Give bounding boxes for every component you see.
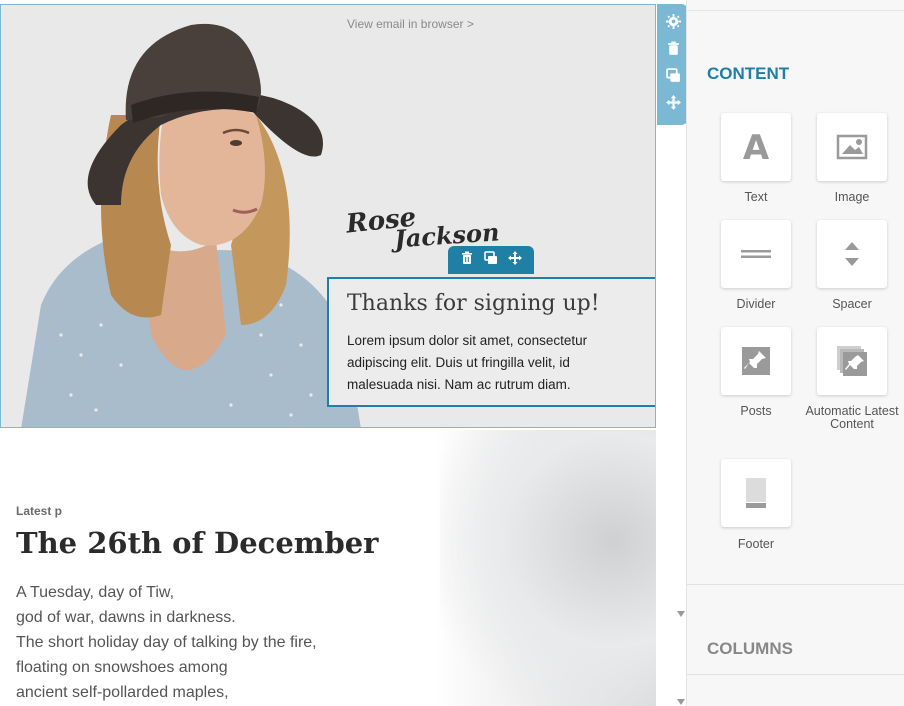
post-line: The short holiday day of talking by the … — [16, 634, 317, 651]
post-line: A Tuesday, day of Tiw, — [16, 584, 175, 601]
hero-photo — [21, 23, 361, 427]
block-posts[interactable] — [721, 327, 791, 395]
block-automatic-latest-content[interactable] — [817, 327, 887, 395]
spacer-icon — [845, 242, 859, 266]
gear-icon[interactable] — [665, 13, 681, 34]
block-text[interactable]: A — [721, 113, 791, 181]
move-icon[interactable] — [665, 95, 681, 115]
text-block-selected[interactable]: Thanks for signing up! Lorem ipsum dolor… — [327, 277, 655, 407]
duplicate-icon[interactable] — [665, 68, 681, 88]
hero-section[interactable]: View email in browser > Rose Jackson Tha… — [0, 4, 656, 428]
duplicate-icon[interactable] — [484, 250, 498, 270]
scroll-down-arrow[interactable] — [676, 610, 686, 618]
block-label: Spacer — [832, 297, 872, 311]
scroll-down-arrow-bottom[interactable] — [676, 698, 686, 706]
footer-icon — [746, 478, 766, 508]
trash-icon[interactable] — [460, 251, 474, 270]
block-label: Posts — [740, 404, 772, 418]
post-body: A Tuesday, day of Tiw, god of war, dawns… — [16, 580, 317, 705]
posts-icon — [742, 347, 770, 375]
image-icon — [836, 134, 868, 160]
block-label: Text — [744, 190, 768, 204]
latest-post-section[interactable]: Latest p The 26th of December A Tuesday,… — [0, 430, 656, 706]
content-heading: CONTENT — [707, 64, 790, 83]
sidebar-top-divider — [687, 10, 904, 11]
trash-icon[interactable] — [666, 41, 681, 61]
text-block-title[interactable]: Thanks for signing up! — [347, 291, 637, 316]
text-block-body[interactable]: Lorem ipsum dolor sit amet, consectetur … — [347, 330, 637, 396]
block-toolbar — [448, 246, 534, 274]
block-label: Image — [834, 190, 870, 204]
block-image[interactable] — [817, 113, 887, 181]
sidebar-divider — [687, 584, 904, 585]
post-title: The 26th of December — [16, 526, 379, 560]
post-line: ancient self-pollarded maples, — [16, 684, 229, 701]
post-line: god of war, dawns in darkness. — [16, 609, 236, 626]
post-background-fog — [440, 430, 656, 706]
text-icon: A — [743, 130, 770, 164]
alc-icon — [837, 346, 867, 376]
block-label: Divider — [736, 297, 776, 311]
block-footer[interactable] — [721, 459, 791, 527]
content-sidebar: CONTENT A Text Image Divider Spacer Post… — [686, 0, 904, 706]
sidebar-bottom-divider — [687, 674, 904, 675]
divider-icon — [741, 250, 771, 258]
post-line: floating on snowshoes among — [16, 659, 228, 676]
email-canvas: View email in browser > Rose Jackson Tha… — [0, 0, 672, 706]
columns-heading[interactable]: COLUMNS — [707, 639, 793, 659]
block-label: Automatic Latest Content — [805, 404, 899, 431]
block-spacer[interactable] — [817, 220, 887, 288]
block-label: Footer — [737, 537, 775, 551]
svg-text:A: A — [743, 130, 770, 164]
view-in-browser-link[interactable]: View email in browser > — [347, 17, 474, 31]
post-eyebrow: Latest p — [16, 504, 63, 518]
block-divider[interactable] — [721, 220, 791, 288]
section-toolbar — [657, 4, 689, 125]
move-icon[interactable] — [508, 250, 522, 270]
